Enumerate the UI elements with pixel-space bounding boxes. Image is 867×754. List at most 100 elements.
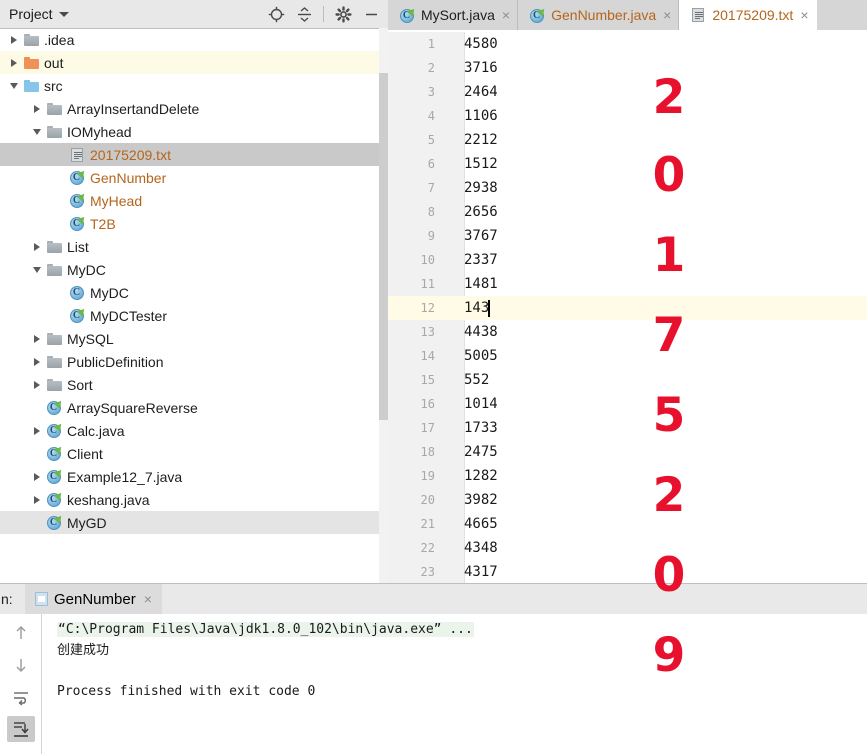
close-icon[interactable]: × (798, 8, 808, 22)
tree-node-publicdefinition[interactable]: PublicDefinition (0, 350, 388, 373)
tree-node-label: IOMyhead (67, 123, 132, 140)
tree-node-mysql[interactable]: MySQL (0, 327, 388, 350)
tree-node-calc-java[interactable]: C Calc.java (0, 419, 388, 442)
close-icon[interactable]: × (661, 8, 671, 22)
tree-node-example12-7-java[interactable]: C Example12_7.java (0, 465, 388, 488)
code-editor[interactable]: 1 4580 2 3716 3 2464 4 1106 5 2212 6 1512 7 2938 8 2656… (388, 32, 867, 583)
editor-tab-20175209-txt[interactable]: 20175209.txt × (679, 0, 817, 30)
code-line[interactable]: 2 3716 (388, 56, 867, 80)
code-line[interactable]: 21 4665 (388, 512, 867, 536)
line-text: 2212 (464, 132, 498, 148)
chevron-right-icon[interactable] (6, 58, 22, 67)
chevron-right-icon[interactable] (6, 35, 22, 44)
tree-node-myhead[interactable]: C MyHead (0, 189, 388, 212)
editor-tab-gennumber-java[interactable]: C GenNumber.java × (518, 0, 680, 30)
chevron-right-icon[interactable] (29, 242, 45, 251)
scroll-to-end-icon[interactable] (6, 716, 35, 742)
chevron-down-icon[interactable] (6, 82, 22, 89)
run-configuration-tab[interactable]: GenNumber × (25, 584, 162, 614)
chevron-right-icon[interactable] (29, 495, 45, 504)
project-title-dropdown[interactable]: Project (0, 6, 69, 22)
down-arrow-icon[interactable] (7, 652, 35, 678)
tree-node-t2b[interactable]: C T2B (0, 212, 388, 235)
line-number: 21 (420, 517, 435, 531)
chevron-right-icon[interactable] (29, 357, 45, 366)
tree-node-client[interactable]: C Client (0, 442, 388, 465)
chevron-down-icon[interactable] (29, 266, 45, 273)
project-scrollbar-thumb[interactable] (379, 73, 388, 420)
chevron-down-icon[interactable] (29, 128, 45, 135)
editor-tab-label: MySort.java (421, 7, 495, 23)
code-line[interactable]: 11 1481 (388, 272, 867, 296)
code-line[interactable]: 6 1512 (388, 152, 867, 176)
tree-node-sort[interactable]: Sort (0, 373, 388, 396)
editor-tab-bar: C MySort.java × C GenNumber.java × 20175209.tx… (388, 0, 867, 30)
close-icon[interactable]: × (500, 8, 510, 22)
code-line[interactable]: 4 1106 (388, 104, 867, 128)
tree-node-keshang-java[interactable]: Ckeshang.java (0, 488, 388, 511)
run-body: “C:\Program Files\Java\jdk1.8.0_102\bin\… (0, 614, 867, 754)
java-class-icon: C (68, 285, 86, 300)
tree-node-gennumber[interactable]: C GenNumber (0, 166, 388, 189)
project-scrollbar-track[interactable] (379, 28, 388, 583)
tree-node-list[interactable]: List (0, 235, 388, 258)
tree-node-mydc[interactable]: MyDC (0, 258, 388, 281)
tree-node-arrayinsertanddelete[interactable]: ArrayInsertandDelete (0, 97, 388, 120)
code-line[interactable]: 14 5005 (388, 344, 867, 368)
close-icon[interactable]: × (142, 592, 152, 606)
tree-node-label: PublicDefinition (67, 353, 164, 370)
console-output[interactable]: “C:\Program Files\Java\jdk1.8.0_102\bin\… (43, 614, 867, 754)
tree-node--idea[interactable]: .idea (0, 28, 388, 51)
chevron-right-icon[interactable] (29, 426, 45, 435)
chevron-right-icon[interactable] (29, 334, 45, 343)
collapse-all-icon[interactable] (291, 2, 317, 26)
tree-node-mydctester[interactable]: C MyDCTester (0, 304, 388, 327)
code-line[interactable]: 10 2337 (388, 248, 867, 272)
code-line[interactable]: 19 1282 (388, 464, 867, 488)
tree-node-iomyhead[interactable]: IOMyhead (0, 120, 388, 143)
locate-icon[interactable] (263, 2, 289, 26)
code-line[interactable]: 22 4348 (388, 536, 867, 560)
tree-node-label: .idea (44, 31, 75, 48)
project-tree[interactable]: .idea out src ArrayInsertandDelete IOMyhead 2… (0, 28, 388, 583)
code-line[interactable]: 23 4317 (388, 560, 867, 583)
java-runnable-class-icon: C (68, 191, 87, 208)
code-line[interactable]: 7 2938 (388, 176, 867, 200)
tree-node-label: Calc.java (67, 422, 125, 439)
code-lines[interactable]: 1 4580 2 3716 3 2464 4 1106 5 2212 6 1512 7 2938 8 2656… (388, 32, 867, 583)
code-line[interactable]: 12 143 (388, 296, 867, 320)
minimize-icon[interactable] (358, 2, 384, 26)
line-number: 2 (427, 61, 435, 75)
tree-node-20175209-txt[interactable]: 20175209.txt (0, 143, 388, 166)
up-arrow-icon[interactable] (7, 620, 35, 646)
java-runnable-class-icon: C (45, 513, 64, 530)
chevron-right-icon[interactable] (29, 380, 45, 389)
chevron-down-icon[interactable] (58, 11, 69, 17)
soft-wrap-icon[interactable] (7, 684, 35, 710)
text-file-icon (689, 8, 707, 22)
tree-node-out[interactable]: out (0, 51, 388, 74)
code-line[interactable]: 17 1733 (388, 416, 867, 440)
code-line[interactable]: 3 2464 (388, 80, 867, 104)
code-line[interactable]: 8 2656 (388, 200, 867, 224)
tree-node-label: MySQL (67, 330, 114, 347)
editor-tab-mysort-java[interactable]: C MySort.java × (388, 0, 519, 30)
tree-node-mydc[interactable]: C MyDC (0, 281, 388, 304)
code-line[interactable]: 20 3982 (388, 488, 867, 512)
code-line[interactable]: 18 2475 (388, 440, 867, 464)
code-line[interactable]: 9 3767 (388, 224, 867, 248)
line-text: 4580 (464, 36, 498, 52)
gear-icon[interactable] (330, 2, 356, 26)
tree-node-src[interactable]: src (0, 74, 388, 97)
code-line[interactable]: 5 2212 (388, 128, 867, 152)
tree-node-arraysquarereverse[interactable]: C ArraySquareReverse (0, 396, 388, 419)
line-number: 14 (420, 349, 435, 363)
code-line[interactable]: 15 552 (388, 368, 867, 392)
line-text: 2475 (464, 444, 498, 460)
code-line[interactable]: 13 4438 (388, 320, 867, 344)
code-line[interactable]: 16 1014 (388, 392, 867, 416)
chevron-right-icon[interactable] (29, 104, 45, 113)
code-line[interactable]: 1 4580 (388, 32, 867, 56)
chevron-right-icon[interactable] (29, 472, 45, 481)
tree-node-mygd[interactable]: C MyGD (0, 511, 388, 534)
